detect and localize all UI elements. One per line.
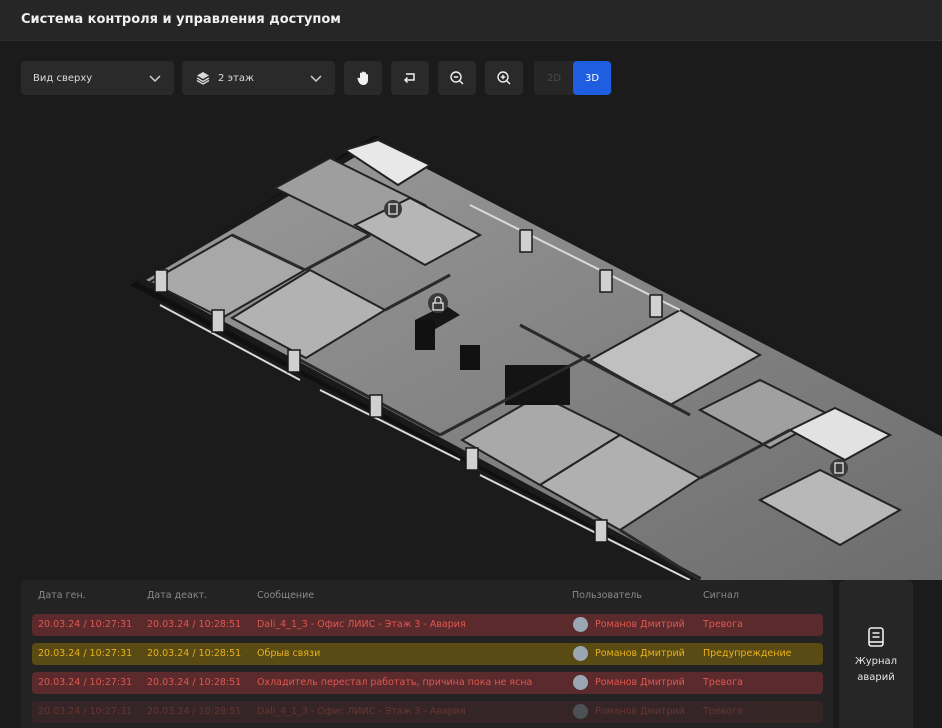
door-marker-icon <box>830 459 848 477</box>
floor-plan-3d-view[interactable] <box>0 110 942 580</box>
cell-message: Обрыв связи <box>257 648 321 659</box>
top-bar: Система контроля и управления доступом <box>0 0 942 41</box>
journal-label-line-1: Журнал <box>854 656 898 667</box>
mode-2d-button[interactable]: 2D <box>535 61 573 95</box>
return-icon <box>403 73 415 84</box>
table-row[interactable]: 20.03.24 / 10:27:31 20.03.24 / 10:28:51 … <box>32 643 823 665</box>
journal-label-line-2: аварий <box>857 672 895 683</box>
floor-select-value: 2 этаж <box>218 72 254 84</box>
zoom-in-icon <box>497 71 511 85</box>
pan-button[interactable] <box>344 61 382 95</box>
col-header-message: Сообщение <box>257 590 315 601</box>
cell-message: Dali_4_1_3 - Офис ЛИИС - Этаж 3 - Авария <box>257 706 466 717</box>
cell-deact-date: 20.03.24 / 10:28:51 <box>147 619 242 630</box>
cell-gen-date: 20.03.24 / 10:27:31 <box>38 648 133 659</box>
table-row[interactable]: 20.03.24 / 10:27:31 20.03.24 / 10:28:51 … <box>32 701 823 723</box>
layers-icon <box>196 72 210 85</box>
floor-plan-illustration <box>130 135 942 580</box>
cell-deact-date: 20.03.24 / 10:28:51 <box>147 677 242 688</box>
cell-user: Романов Дмитрий <box>595 619 685 630</box>
avatar <box>573 704 588 719</box>
cell-gen-date: 20.03.24 / 10:27:31 <box>38 677 133 688</box>
zoom-in-button[interactable] <box>485 61 523 95</box>
cell-signal: Предупреждение <box>703 648 792 659</box>
cell-user: Романов Дмитрий <box>595 706 685 717</box>
zoom-out-button[interactable] <box>438 61 476 95</box>
chevron-down-icon <box>149 75 161 83</box>
door-marker-icon <box>384 200 402 218</box>
cell-signal: Тревога <box>703 677 743 688</box>
avatar <box>573 675 588 690</box>
undo-button[interactable] <box>391 61 429 95</box>
mode-3d-button[interactable]: 3D <box>573 61 611 95</box>
chevron-down-icon <box>310 75 322 83</box>
alarm-journal-button[interactable]: Журнал аварий <box>839 580 913 728</box>
zoom-out-icon <box>450 71 464 85</box>
journal-label: Журнал аварий <box>839 654 913 686</box>
floor-select[interactable]: 2 этаж <box>182 61 335 95</box>
app-title: Система контроля и управления доступом <box>21 12 341 27</box>
cell-gen-date: 20.03.24 / 10:27:31 <box>38 619 133 630</box>
cell-deact-date: 20.03.24 / 10:28:51 <box>147 648 242 659</box>
view-select[interactable]: Вид сверху <box>21 61 174 95</box>
events-table: Дата ген. Дата деакт. Сообщение Пользова… <box>21 580 833 728</box>
table-row[interactable]: 20.03.24 / 10:27:31 20.03.24 / 10:28:51 … <box>32 672 823 694</box>
cell-message: Dali_4_1_3 - Офис ЛИИС - Этаж 3 - Авария <box>257 619 466 630</box>
cell-gen-date: 20.03.24 / 10:27:31 <box>38 706 133 717</box>
lock-marker-icon <box>428 293 448 313</box>
avatar <box>573 646 588 661</box>
col-header-gen-date: Дата ген. <box>38 590 86 601</box>
view-mode-toggle: 2D 3D <box>534 61 612 95</box>
cell-deact-date: 20.03.24 / 10:28:51 <box>147 706 242 717</box>
table-header: Дата ген. Дата деакт. Сообщение Пользова… <box>21 590 833 604</box>
cell-user: Романов Дмитрий <box>595 677 685 688</box>
cell-user: Романов Дмитрий <box>595 648 685 659</box>
col-header-user: Пользователь <box>572 590 642 601</box>
table-row[interactable]: 20.03.24 / 10:27:31 20.03.24 / 10:28:51 … <box>32 614 823 636</box>
col-header-signal: Сигнал <box>703 590 739 601</box>
cell-signal: Тревога <box>703 619 743 630</box>
cell-message: Охладитель перестал работать, причина по… <box>257 677 533 688</box>
journal-icon <box>868 627 884 647</box>
view-select-value: Вид сверху <box>33 72 93 84</box>
col-header-deact-date: Дата деакт. <box>147 590 208 601</box>
cell-signal: Тревога <box>703 706 743 717</box>
avatar <box>573 617 588 632</box>
hand-icon <box>357 71 368 85</box>
